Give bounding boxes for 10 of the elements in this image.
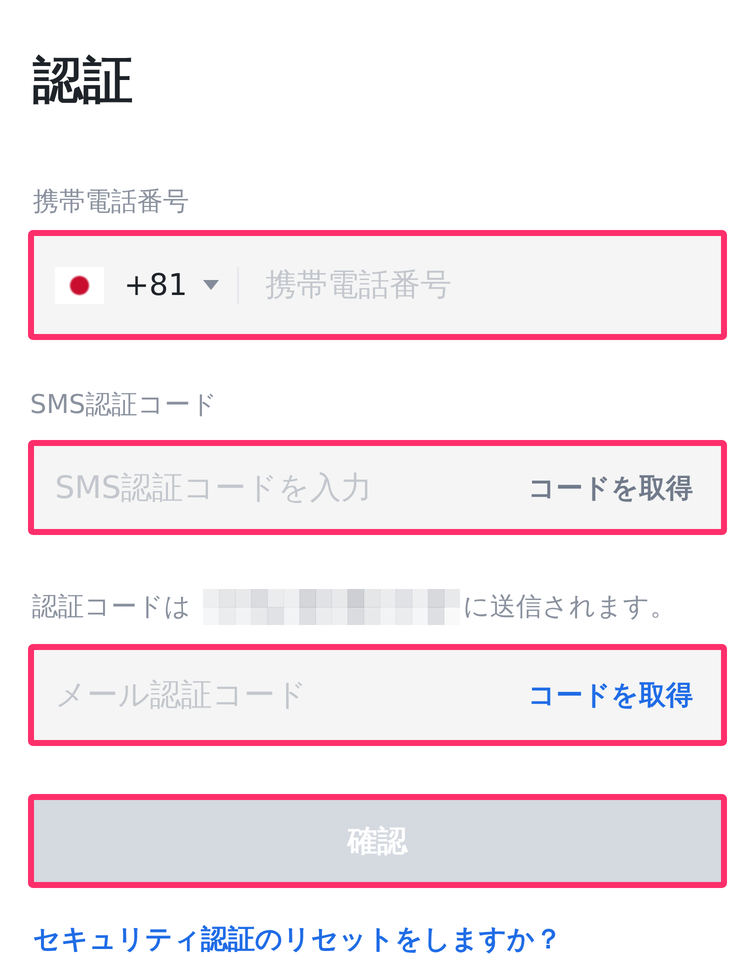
field-label: SMS認証コード: [30, 389, 218, 421]
flag-icon: [55, 266, 104, 304]
get-code-button[interactable]: コードを取得: [528, 677, 693, 713]
country-code-select[interactable]: +81: [55, 266, 220, 304]
field-label: 携帯電話番号: [33, 186, 189, 218]
reset-security-link[interactable]: セキュリティ認証のリセットをしますか？: [33, 923, 562, 957]
hint-text: 認証コードは: [32, 591, 191, 623]
hint-text: に送信されます。: [463, 591, 676, 623]
caret-icon: [203, 280, 220, 290]
page-title: 認証: [33, 50, 133, 110]
